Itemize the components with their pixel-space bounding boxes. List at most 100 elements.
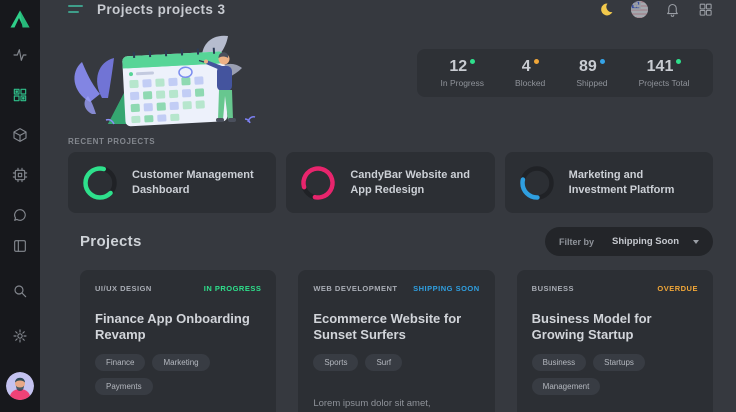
project-description: Lorem ipsum dolor sit amet, consectetur: [313, 397, 479, 412]
project-status-badge: IN PROGRESS: [204, 284, 262, 293]
filter-selected-value: Shipping Soon: [612, 236, 679, 247]
recent-project-card[interactable]: Customer Management Dashboard: [68, 152, 276, 213]
cube-icon: [12, 127, 28, 143]
stat-label: Shipped: [576, 79, 607, 88]
notifications-button[interactable]: [663, 0, 681, 18]
progress-ring-icon: [82, 165, 118, 201]
bell-icon: [665, 2, 680, 17]
theme-toggle-button[interactable]: [597, 0, 615, 18]
project-status-badge: SHIPPING SOON: [413, 284, 480, 293]
recent-project-title: Marketing and Investment Platform: [569, 168, 699, 197]
recent-projects-row: Customer Management Dashboard CandyBar W…: [68, 152, 713, 213]
recent-project-title: Customer Management Dashboard: [132, 168, 262, 197]
sidebar-nav: [11, 46, 29, 224]
us-flag-icon: [631, 1, 648, 18]
cpu-icon: [12, 167, 28, 183]
status-dot: [534, 59, 539, 64]
tag[interactable]: Finance: [95, 354, 145, 371]
layout-panel-icon: [12, 238, 28, 254]
progress-ring-icon: [300, 165, 336, 201]
moon-icon: [599, 2, 614, 17]
grid-icon: [698, 2, 713, 17]
sidebar-item-messages[interactable]: [11, 206, 29, 224]
stat-blocked: 4 Blocked: [515, 58, 545, 88]
status-dot: [600, 59, 605, 64]
tag[interactable]: Payments: [95, 378, 153, 395]
status-dot: [676, 59, 681, 64]
chevron-down-icon: [693, 240, 699, 244]
dashboard-grid-icon: [12, 87, 28, 103]
projects-heading: Projects: [80, 233, 142, 250]
user-avatar[interactable]: [6, 372, 34, 400]
tag[interactable]: Surf: [365, 354, 402, 371]
app-logo[interactable]: [10, 0, 30, 38]
stat-value: 12: [449, 58, 467, 76]
settings-gear-icon: [12, 328, 28, 344]
sidebar-item-activity[interactable]: [11, 46, 29, 64]
calendar-illustration: [62, 32, 262, 127]
apps-menu-button[interactable]: [696, 0, 714, 18]
stat-shipped: 89 Shipped: [576, 58, 607, 88]
tag[interactable]: Management: [532, 378, 601, 395]
page-title: Projects projects 3: [97, 2, 225, 17]
search-icon: [12, 283, 28, 299]
menu-toggle-button[interactable]: [68, 5, 83, 13]
tag[interactable]: Business: [532, 354, 586, 371]
sidebar-item-panels[interactable]: [11, 237, 29, 255]
stat-value: 141: [647, 58, 674, 76]
sidebar-bottom-nav: [6, 237, 34, 402]
project-title: Finance App Onboarding Revamp: [95, 311, 261, 344]
language-selector[interactable]: [630, 0, 648, 18]
topbar: Projects projects 3: [40, 0, 736, 18]
project-tags: Sports Surf: [313, 354, 479, 371]
filter-dropdown[interactable]: Filter by Shipping Soon: [545, 227, 713, 256]
stats-summary-card: 12 In Progress 4 Blocked 89: [417, 49, 713, 97]
hero-section: 12 In Progress 4 Blocked 89: [68, 32, 713, 127]
sidebar-item-search[interactable]: [11, 282, 29, 300]
chat-icon: [12, 207, 28, 223]
project-category: UI/UX DESIGN: [95, 284, 152, 293]
stat-label: In Progress: [441, 79, 484, 88]
project-tags: Business Startups Management: [532, 354, 698, 395]
triangle-logo-icon: [10, 10, 30, 28]
project-card[interactable]: UI/UX DESIGN IN PROGRESS Finance App Onb…: [80, 270, 276, 412]
hamburger-icon: [68, 5, 83, 7]
project-status-badge: OVERDUE: [657, 284, 698, 293]
sidebar-item-system[interactable]: [11, 166, 29, 184]
hamburger-icon: [68, 11, 79, 13]
recent-project-title: CandyBar Website and App Redesign: [350, 168, 480, 197]
projects-header: Projects Filter by Shipping Soon: [68, 227, 713, 256]
stat-value: 89: [579, 58, 597, 76]
progress-ring-icon: [519, 165, 555, 201]
projects-grid: UI/UX DESIGN IN PROGRESS Finance App Onb…: [80, 270, 713, 412]
tag[interactable]: Sports: [313, 354, 358, 371]
activity-icon: [12, 47, 28, 63]
sidebar: [0, 0, 40, 412]
sidebar-item-settings[interactable]: [11, 327, 29, 345]
content: 12 In Progress 4 Blocked 89: [40, 18, 736, 412]
sidebar-item-packages[interactable]: [11, 126, 29, 144]
recent-project-card[interactable]: CandyBar Website and App Redesign: [286, 152, 494, 213]
stat-label: Blocked: [515, 79, 545, 88]
project-tags: Finance Marketing Payments: [95, 354, 261, 395]
project-category: WEB DEVELOPMENT: [313, 284, 397, 293]
project-title: Ecommerce Website for Sunset Surfers: [313, 311, 479, 344]
main-area: Projects projects 3: [40, 0, 736, 412]
stat-in-progress: 12 In Progress: [441, 58, 484, 88]
status-dot: [470, 59, 475, 64]
stat-label: Projects Total: [639, 79, 690, 88]
project-title: Business Model for Growing Startup: [532, 311, 698, 344]
project-card[interactable]: BUSINESS OVERDUE Business Model for Grow…: [517, 270, 713, 412]
recent-projects-heading: RECENT PROJECTS: [68, 137, 713, 146]
tag[interactable]: Marketing: [152, 354, 209, 371]
stat-projects-total: 141 Projects Total: [639, 58, 690, 88]
project-card[interactable]: WEB DEVELOPMENT SHIPPING SOON Ecommerce …: [298, 270, 494, 412]
project-category: BUSINESS: [532, 284, 574, 293]
avatar-image: [6, 372, 34, 400]
tag[interactable]: Startups: [593, 354, 645, 371]
stat-value: 4: [522, 58, 531, 76]
topbar-actions: [597, 0, 714, 18]
recent-project-card[interactable]: Marketing and Investment Platform: [505, 152, 713, 213]
sidebar-item-dashboard[interactable]: [11, 86, 29, 104]
filter-label: Filter by: [559, 237, 594, 247]
